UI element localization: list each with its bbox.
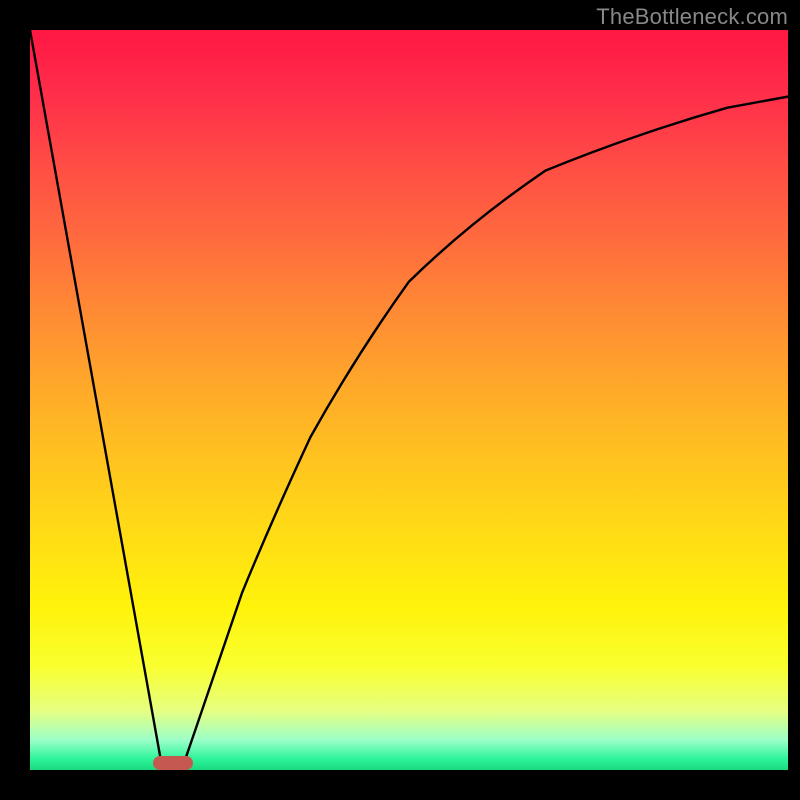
curve-left — [30, 30, 163, 770]
chart-frame: TheBottleneck.com — [0, 0, 800, 800]
bottleneck-curves — [30, 30, 788, 770]
watermark-text: TheBottleneck.com — [596, 4, 788, 30]
curve-right — [182, 97, 788, 770]
bottleneck-marker — [153, 756, 193, 770]
plot-area — [30, 30, 788, 770]
